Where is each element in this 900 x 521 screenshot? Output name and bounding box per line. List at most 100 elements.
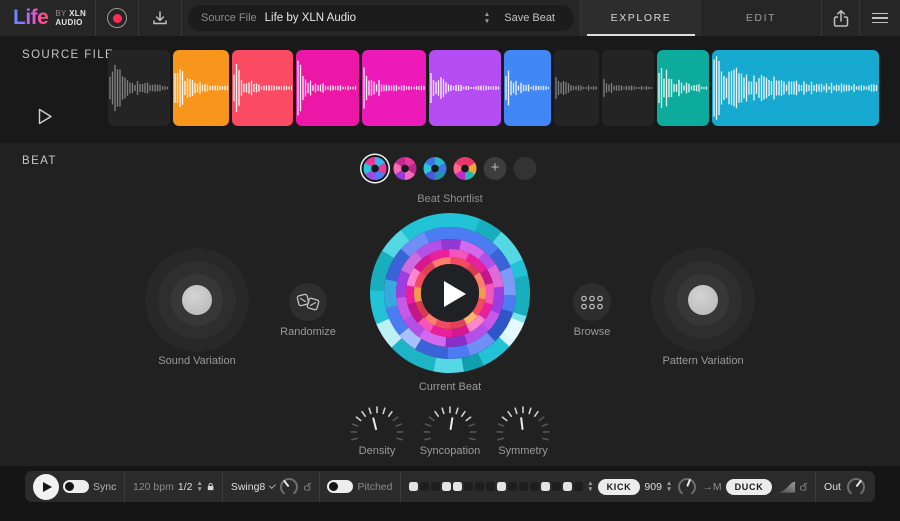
life-app: Life BY XLNAUDIO Source File Life by XLN… <box>0 0 900 521</box>
step-dot[interactable] <box>552 482 561 491</box>
life-logo: Life <box>13 6 48 30</box>
lock-closed-icon[interactable] <box>207 480 214 493</box>
waveform-segment[interactable] <box>173 50 229 126</box>
current-beat-wheel[interactable] <box>360 203 540 383</box>
step-dot[interactable] <box>420 482 429 491</box>
step-dot[interactable] <box>519 482 528 491</box>
step-dot[interactable] <box>530 482 539 491</box>
play-outline-icon <box>38 108 53 125</box>
share-icon <box>832 9 850 28</box>
pitched-toggle[interactable] <box>327 480 353 493</box>
rate-value: 1/2 <box>178 481 193 493</box>
kick-pill[interactable]: KICK <box>598 479 641 495</box>
step-dot[interactable] <box>475 482 484 491</box>
menu-button[interactable] <box>860 0 900 36</box>
step-dot[interactable] <box>486 482 495 491</box>
bpm-value[interactable]: 120 bpm <box>133 481 174 493</box>
kit-stepper[interactable]: ▲▼ <box>666 481 672 493</box>
waveform-segment[interactable] <box>296 50 359 126</box>
source-file-value: Life by XLN Audio <box>265 12 356 24</box>
source-play-button[interactable] <box>38 108 53 130</box>
transport-play-button[interactable] <box>33 474 59 500</box>
beat-section: BEAT + Beat Shortlist Sound Variation Ra… <box>0 143 900 466</box>
density-knob[interactable]: Density <box>345 401 409 457</box>
waveform-segment[interactable] <box>554 50 599 126</box>
step-dot[interactable] <box>508 482 517 491</box>
source-file-title: SOURCE FILE <box>22 49 114 61</box>
browse-grid-icon <box>579 294 605 311</box>
xln-audio-brand: BY XLNAUDIO <box>55 9 86 27</box>
waveform-segment[interactable] <box>657 50 709 126</box>
beat-title: BEAT <box>22 155 57 167</box>
top-bar: Life BY XLNAUDIO Source File Life by XLN… <box>0 0 900 36</box>
import-button[interactable] <box>139 0 181 36</box>
pattern-variation-label: Pattern Variation <box>662 355 743 367</box>
hamburger-icon <box>872 13 888 24</box>
source-file-label: Source File <box>201 12 257 24</box>
browse-label: Browse <box>574 326 611 338</box>
browse-button[interactable] <box>573 283 611 321</box>
step-dot[interactable] <box>431 482 440 491</box>
density-label: Density <box>359 445 396 457</box>
syncopation-label: Syncopation <box>420 445 481 457</box>
waveform-segment[interactable] <box>504 50 551 126</box>
pitched-label: Pitched <box>357 481 392 493</box>
kick-level-knob[interactable] <box>676 476 698 498</box>
duck-pill[interactable]: DUCK <box>726 479 773 495</box>
beat-shortlist: + <box>364 157 537 180</box>
sync-label: Sync <box>93 481 116 493</box>
source-file-stepper[interactable]: ▲▼ <box>484 12 490 24</box>
beat-shortlist-item[interactable] <box>394 157 417 180</box>
beat-shortlist-item[interactable] <box>424 157 447 180</box>
step-dot-active[interactable] <box>563 482 572 491</box>
syncopation-knob[interactable]: Syncopation <box>418 401 482 457</box>
current-beat-label: Current Beat <box>419 381 481 393</box>
empty-shortlist-slot <box>514 157 537 180</box>
waveform-segment[interactable] <box>602 50 654 126</box>
pattern-variation-knob[interactable] <box>651 248 755 352</box>
record-button[interactable] <box>96 0 138 36</box>
waveform-segment[interactable] <box>108 50 170 126</box>
waveform-segment[interactable] <box>429 50 501 126</box>
randomize-button[interactable] <box>289 283 327 321</box>
swing-knob[interactable] <box>278 476 300 498</box>
pattern-stepper[interactable]: ▲▼ <box>587 481 593 493</box>
waveform-segment[interactable] <box>232 50 293 126</box>
envelope-curve-icon[interactable] <box>776 477 796 497</box>
lock-open-icon[interactable] <box>304 480 311 493</box>
randomize-label: Randomize <box>280 326 336 338</box>
step-dot-active[interactable] <box>541 482 550 491</box>
step-dot[interactable] <box>464 482 473 491</box>
chevron-down-icon <box>269 481 276 488</box>
route-to-master-label[interactable]: →M <box>702 481 721 493</box>
lock-open-icon[interactable] <box>800 480 807 493</box>
sync-toggle[interactable] <box>63 480 89 493</box>
download-icon <box>152 10 168 26</box>
beat-shortlist-item[interactable] <box>454 157 477 180</box>
waveform-segment[interactable] <box>362 50 426 126</box>
add-beat-button[interactable]: + <box>484 157 507 180</box>
step-dot-active[interactable] <box>442 482 451 491</box>
app-logo: Life BY XLNAUDIO <box>0 0 95 36</box>
tab-edit[interactable]: EDIT <box>701 0 821 36</box>
source-file-dropdown[interactable]: Source File Life by XLN Audio ▲▼ Save Be… <box>188 5 574 31</box>
swing-value[interactable]: Swing8 <box>231 481 265 493</box>
step-dot-active[interactable] <box>453 482 462 491</box>
save-beat-button[interactable]: Save Beat <box>498 8 561 28</box>
transport-bar: Sync 120 bpm 1/2 ▲▼ Swing8 Pitched ▲▼ <box>25 471 875 502</box>
sound-variation-label: Sound Variation <box>158 355 235 367</box>
share-button[interactable] <box>822 0 859 36</box>
rate-stepper[interactable]: ▲▼ <box>196 481 202 493</box>
out-knob[interactable] <box>845 476 867 498</box>
record-icon <box>107 8 127 28</box>
tab-explore[interactable]: EXPLORE <box>581 0 701 36</box>
sound-variation-knob[interactable] <box>145 248 249 352</box>
knob-cap <box>688 285 718 315</box>
step-dot[interactable] <box>574 482 583 491</box>
beat-shortlist-item[interactable] <box>364 157 387 180</box>
symmetry-knob[interactable]: Symmetry <box>491 401 555 457</box>
step-dot-active[interactable] <box>409 482 418 491</box>
knob-cap <box>182 285 212 315</box>
step-dot-active[interactable] <box>497 482 506 491</box>
waveform-segment[interactable] <box>712 50 879 126</box>
